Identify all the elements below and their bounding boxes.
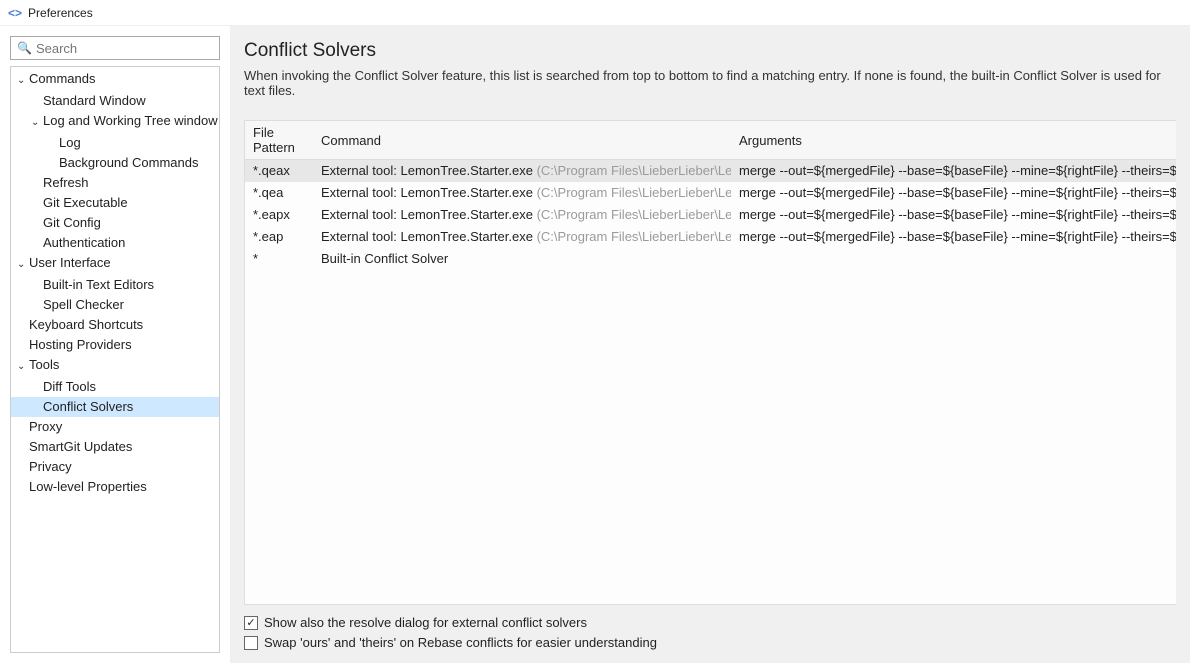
cell-arguments: merge --out=${mergedFile} --base=${baseF…: [731, 160, 1176, 183]
tree-item[interactable]: ⌄Tools: [11, 355, 219, 377]
tree-item-label: Proxy: [29, 419, 62, 434]
cell-arguments: merge --out=${mergedFile} --base=${baseF…: [731, 226, 1176, 248]
solvers-table[interactable]: File Pattern Command Arguments *.qeaxExt…: [245, 121, 1176, 270]
tree-item[interactable]: Low-level Properties: [11, 477, 219, 497]
tree-item[interactable]: Authentication: [11, 233, 219, 253]
tree-item[interactable]: Privacy: [11, 457, 219, 477]
sidebar: 🔍 ⌄CommandsStandard Window⌄Log and Worki…: [0, 26, 230, 663]
content: 🔍 ⌄CommandsStandard Window⌄Log and Worki…: [0, 26, 1190, 663]
tree-item-label: Git Config: [43, 215, 101, 230]
tree-item-label: Spell Checker: [43, 297, 124, 312]
checkbox-label: Swap 'ours' and 'theirs' on Rebase confl…: [264, 635, 657, 650]
tree-item[interactable]: ⌄Log and Working Tree window: [11, 111, 219, 133]
window-title: Preferences: [28, 6, 93, 20]
search-field[interactable]: [36, 41, 213, 56]
table-row[interactable]: *Built-in Conflict Solver: [245, 248, 1176, 270]
tree-item-label: Refresh: [43, 175, 89, 190]
tree-item[interactable]: Spell Checker: [11, 295, 219, 315]
tree-item-label: Background Commands: [59, 155, 198, 170]
tree-item-label: SmartGit Updates: [29, 439, 132, 454]
tree-item-label: Git Executable: [43, 195, 128, 210]
tree-item[interactable]: ⌄Commands: [11, 69, 219, 91]
tree-item-label: Built-in Text Editors: [43, 277, 154, 292]
page-description: When invoking the Conflict Solver featur…: [244, 68, 1176, 98]
chevron-down-icon: ⌄: [31, 114, 43, 132]
app-icon: <>: [8, 6, 22, 20]
cell-command: External tool: LemonTree.Starter.exe (C:…: [313, 160, 731, 183]
options-area: ✓ Show also the resolve dialog for exter…: [230, 605, 1190, 663]
cell-arguments: merge --out=${mergedFile} --base=${baseF…: [731, 204, 1176, 226]
checkbox-icon: ✓: [244, 616, 258, 630]
tree-item[interactable]: Diff Tools: [11, 377, 219, 397]
table-row[interactable]: *.eapExternal tool: LemonTree.Starter.ex…: [245, 226, 1176, 248]
tree-item-label: Privacy: [29, 459, 72, 474]
tree-item[interactable]: Proxy: [11, 417, 219, 437]
tree-item[interactable]: Hosting Providers: [11, 335, 219, 355]
search-icon: 🔍: [17, 41, 32, 55]
tree-item[interactable]: Keyboard Shortcuts: [11, 315, 219, 335]
checkbox-icon: [244, 636, 258, 650]
tree-item-label: Log: [59, 135, 81, 150]
table-row[interactable]: *.eapxExternal tool: LemonTree.Starter.e…: [245, 204, 1176, 226]
main-panel: Conflict Solvers When invoking the Confl…: [230, 26, 1190, 663]
col-command[interactable]: Command: [313, 121, 731, 160]
tree-item[interactable]: Log: [11, 133, 219, 153]
tree-item[interactable]: ⌄User Interface: [11, 253, 219, 275]
tree-item[interactable]: Conflict Solvers: [11, 397, 219, 417]
cell-command: External tool: LemonTree.Starter.exe (C:…: [313, 182, 731, 204]
chevron-down-icon: ⌄: [17, 358, 29, 376]
tree-item-label: Log and Working Tree window: [43, 113, 218, 128]
preferences-tree[interactable]: ⌄CommandsStandard Window⌄Log and Working…: [10, 66, 220, 653]
col-arguments[interactable]: Arguments: [731, 121, 1176, 160]
tree-item-label: Keyboard Shortcuts: [29, 317, 143, 332]
table-row[interactable]: *.qeaxExternal tool: LemonTree.Starter.e…: [245, 160, 1176, 183]
tree-item[interactable]: Git Executable: [11, 193, 219, 213]
table-header-row: File Pattern Command Arguments: [245, 121, 1176, 160]
tree-item-label: Low-level Properties: [29, 479, 147, 494]
chevron-down-icon: ⌄: [17, 72, 29, 90]
cell-pattern: *.eapx: [245, 204, 313, 226]
tree-item-label: Tools: [29, 357, 59, 372]
cell-arguments: [731, 248, 1176, 270]
cell-command: External tool: LemonTree.Starter.exe (C:…: [313, 226, 731, 248]
cell-pattern: *: [245, 248, 313, 270]
tree-item[interactable]: SmartGit Updates: [11, 437, 219, 457]
table-row[interactable]: *.qeaExternal tool: LemonTree.Starter.ex…: [245, 182, 1176, 204]
tree-item-label: Authentication: [43, 235, 125, 250]
checkbox-swap[interactable]: Swap 'ours' and 'theirs' on Rebase confl…: [244, 635, 1176, 650]
tree-item[interactable]: Standard Window: [11, 91, 219, 111]
tree-item-label: Diff Tools: [43, 379, 96, 394]
tree-item[interactable]: Refresh: [11, 173, 219, 193]
cell-arguments: merge --out=${mergedFile} --base=${baseF…: [731, 182, 1176, 204]
checkbox-label: Show also the resolve dialog for externa…: [264, 615, 587, 630]
search-input[interactable]: 🔍: [10, 36, 220, 60]
tree-item-label: Hosting Providers: [29, 337, 132, 352]
cell-pattern: *.qea: [245, 182, 313, 204]
cell-pattern: *.eap: [245, 226, 313, 248]
solvers-table-wrap: File Pattern Command Arguments *.qeaxExt…: [244, 120, 1176, 605]
cell-command: External tool: LemonTree.Starter.exe (C:…: [313, 204, 731, 226]
tree-item[interactable]: Git Config: [11, 213, 219, 233]
tree-item-label: Commands: [29, 71, 95, 86]
tree-item-label: Conflict Solvers: [43, 399, 133, 414]
titlebar: <> Preferences: [0, 0, 1190, 26]
tree-item[interactable]: Background Commands: [11, 153, 219, 173]
tree-item[interactable]: Built-in Text Editors: [11, 275, 219, 295]
chevron-down-icon: ⌄: [17, 256, 29, 274]
checkbox-show-dialog[interactable]: ✓ Show also the resolve dialog for exter…: [244, 615, 1176, 630]
tree-item-label: Standard Window: [43, 93, 146, 108]
col-file-pattern[interactable]: File Pattern: [245, 121, 313, 160]
cell-pattern: *.qeax: [245, 160, 313, 183]
page-title: Conflict Solvers: [244, 40, 1176, 62]
cell-command: Built-in Conflict Solver: [313, 248, 731, 270]
tree-item-label: User Interface: [29, 255, 111, 270]
